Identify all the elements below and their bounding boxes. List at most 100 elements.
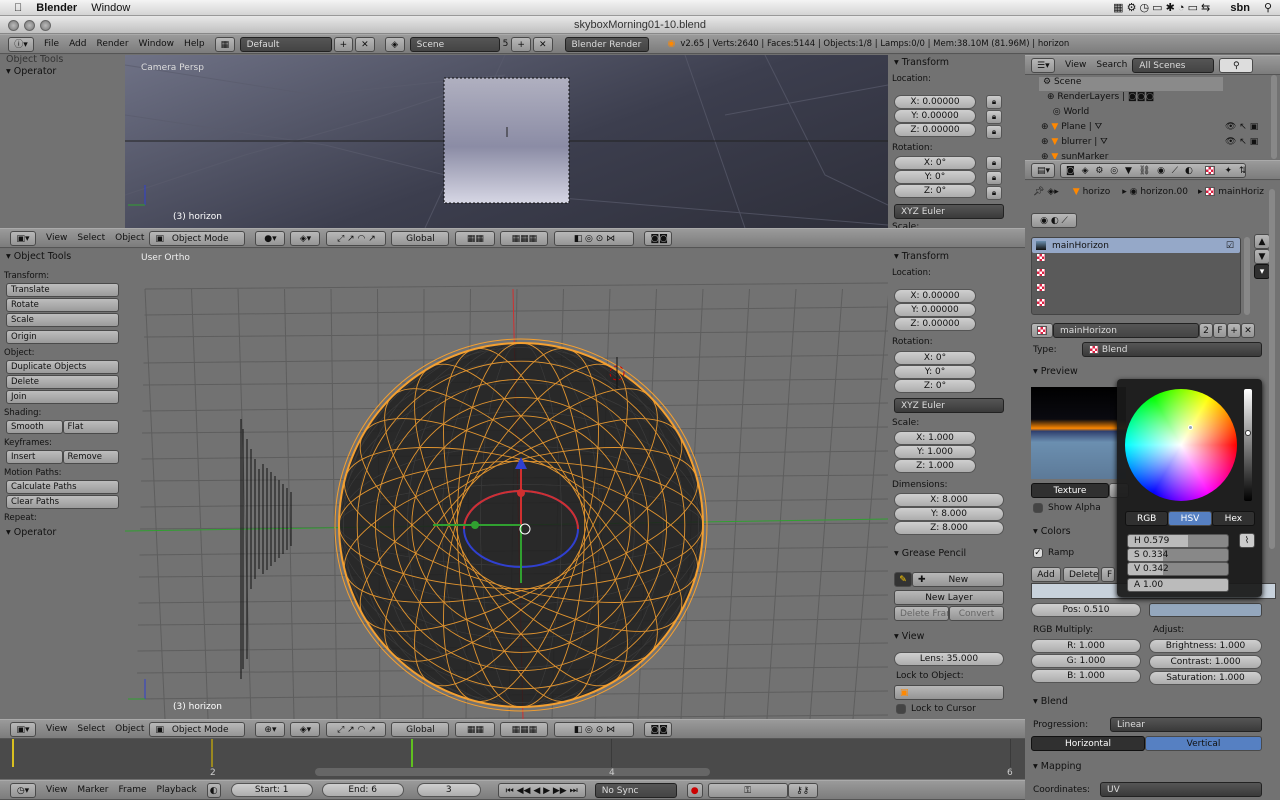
grease-new-button[interactable]: ✚ New: [912, 572, 1004, 587]
playback-controls[interactable]: ⏮ ◀◀ ◀ ▶ ▶▶ ⏭: [497, 782, 586, 798]
lock-cursor-checkbox[interactable]: Lock to Cursor: [896, 704, 976, 714]
top-tools-title[interactable]: Object Tools: [0, 55, 125, 64]
zoom-window-button[interactable]: [40, 20, 51, 31]
pin-icon[interactable]: 📌︎: [1033, 187, 1044, 197]
texture-slot[interactable]: [1032, 298, 1240, 313]
n-transform-title[interactable]: ▾ Transform: [888, 249, 1025, 265]
value-slider-handle[interactable]: [1245, 430, 1251, 436]
ramp-position-field[interactable]: Pos: 0.510: [1031, 603, 1141, 617]
outliner-row[interactable]: ⊕ ▼ sunMarker: [1041, 152, 1108, 159]
colors-title[interactable]: ▾ Colors: [1027, 524, 1071, 540]
top-rot-x[interactable]: X: 0°: [894, 156, 976, 170]
render-icons[interactable]: ◙◙: [644, 721, 673, 737]
mapping-title[interactable]: ▾ Mapping: [1027, 759, 1082, 775]
blend-title[interactable]: ▾ Blend: [1027, 694, 1068, 710]
orientation-select[interactable]: Global: [391, 230, 450, 246]
editor-type-icon[interactable]: ⓘ▾: [8, 36, 34, 52]
texture-slot[interactable]: [1032, 268, 1240, 283]
mode-select[interactable]: ▣ Object Mode: [149, 721, 246, 737]
hue-field[interactable]: H 0.579: [1127, 534, 1229, 548]
new-layer-button[interactable]: New Layer: [894, 590, 1004, 605]
lock-icon[interactable]: 🔒︎: [986, 186, 1002, 200]
shading-select-icon[interactable]: ●▾: [255, 230, 286, 246]
texture-slot[interactable]: [1032, 253, 1240, 268]
rgb-tab[interactable]: RGB: [1125, 511, 1169, 526]
top-euler-select[interactable]: XYZ Euler: [894, 204, 1004, 219]
ramp-delete-button[interactable]: Delete: [1063, 567, 1099, 582]
layers-icon[interactable]: ▦▦: [455, 230, 496, 246]
menu-view[interactable]: View: [46, 233, 67, 243]
spotlight-icon[interactable]: ⚲: [1264, 1, 1272, 14]
layers-icon[interactable]: ▦▦▦: [500, 721, 549, 737]
menu-help[interactable]: Help: [184, 39, 205, 49]
top-loc-z[interactable]: Z: 0.00000: [894, 123, 976, 137]
origin-button[interactable]: Origin: [6, 330, 119, 344]
breadcrumb-material[interactable]: horizon.00: [1140, 187, 1188, 197]
shading-select-icon[interactable]: ⊕▾: [255, 721, 286, 737]
top-loc-y[interactable]: Y: 0.00000: [894, 109, 976, 123]
top-operator-title[interactable]: ▾ Operator: [0, 64, 125, 80]
mode-select[interactable]: ▣ Object Mode: [149, 230, 246, 246]
render-engine-select[interactable]: Blender Render: [564, 36, 649, 52]
menu-view[interactable]: View: [46, 785, 67, 795]
pivot-select-icon[interactable]: ◈▾: [290, 721, 321, 737]
scale-x-field[interactable]: X: 1.000: [894, 431, 976, 445]
show-alpha-checkbox[interactable]: Show Alpha: [1033, 503, 1101, 513]
orientation-select[interactable]: Global: [391, 721, 450, 737]
display-mode-select[interactable]: All Scenes: [1132, 57, 1215, 73]
delete-button[interactable]: Delete: [6, 375, 119, 389]
dim-x-field[interactable]: X: 8.000: [894, 493, 1004, 507]
render-icons[interactable]: ◙◙: [644, 230, 673, 246]
flat-button[interactable]: Flat: [62, 420, 119, 434]
ramp-checkbox[interactable]: ✓ Ramp: [1033, 548, 1074, 558]
grease-pencil-title[interactable]: ▾ Grease Pencil: [888, 546, 966, 562]
texture-preview-tab[interactable]: Texture: [1031, 483, 1109, 498]
value-field[interactable]: V 0.342: [1127, 562, 1229, 576]
view3d-editor-icon[interactable]: ▣▾: [10, 721, 36, 737]
texture-browse-icon[interactable]: [1031, 323, 1053, 338]
saturation-picker-field[interactable]: S 0.334: [1127, 548, 1229, 562]
scene-field[interactable]: Scene: [409, 36, 500, 52]
delete-scene-button[interactable]: ✕: [532, 36, 553, 52]
outliner-row[interactable]: ◎ World: [1047, 107, 1090, 117]
r-multiply-field[interactable]: R: 1.000: [1031, 639, 1141, 653]
menu-frame[interactable]: Frame: [118, 785, 146, 795]
texture-slot[interactable]: [1032, 283, 1240, 298]
b-multiply-field[interactable]: B: 1.000: [1031, 669, 1141, 683]
progression-select[interactable]: Linear: [1110, 717, 1262, 732]
menu-select[interactable]: Select: [77, 233, 105, 243]
menu-add[interactable]: Add: [69, 39, 86, 49]
main-viewport[interactable]: User Ortho (3) horizon: [125, 249, 888, 719]
layout-field[interactable]: Default: [239, 36, 332, 52]
dim-y-field[interactable]: Y: 8.000: [894, 507, 1004, 521]
rot-y-field[interactable]: Y: 0°: [894, 365, 976, 379]
outliner-view-menu[interactable]: View: [1065, 60, 1086, 70]
rotate-button[interactable]: Rotate: [6, 298, 119, 312]
visibility-icons[interactable]: 👁︎ ↖ ▣: [1225, 122, 1258, 132]
move-slot-up-button[interactable]: ▲: [1254, 234, 1270, 249]
g-multiply-field[interactable]: G: 1.000: [1031, 654, 1141, 668]
current-frame-field[interactable]: 3: [416, 783, 481, 797]
scale-button[interactable]: Scale: [6, 313, 119, 327]
menu-app[interactable]: Blender: [36, 2, 77, 14]
lock-icon[interactable]: 🔒︎: [986, 125, 1002, 139]
scale-z-field[interactable]: Z: 1.000: [894, 459, 976, 473]
timeline-scrollbar[interactable]: [315, 768, 710, 776]
menu-view[interactable]: View: [46, 724, 67, 734]
menu-window[interactable]: Window: [139, 39, 175, 49]
sync-select[interactable]: No Sync: [594, 782, 677, 798]
snap-icons[interactable]: ◧ ◎ ⊙ ⋈: [554, 230, 635, 246]
horizontal-toggle[interactable]: Horizontal: [1031, 736, 1145, 751]
pivot-select-icon[interactable]: ◈▾: [290, 230, 321, 246]
preview-title[interactable]: ▾ Preview: [1027, 364, 1078, 380]
clear-paths-button[interactable]: Clear Paths: [6, 495, 119, 509]
top-transform-title[interactable]: ▾ Transform: [888, 55, 1025, 71]
menu-render[interactable]: Render: [97, 39, 129, 49]
end-frame-field[interactable]: End: 6: [321, 783, 404, 797]
top-loc-x[interactable]: X: 0.00000: [894, 95, 976, 109]
users-count[interactable]: 2: [1199, 323, 1213, 338]
layers-icon[interactable]: ▦▦▦: [500, 230, 549, 246]
join-button[interactable]: Join: [6, 390, 119, 404]
minimize-window-button[interactable]: [24, 20, 35, 31]
scale-y-field[interactable]: Y: 1.000: [894, 445, 976, 459]
